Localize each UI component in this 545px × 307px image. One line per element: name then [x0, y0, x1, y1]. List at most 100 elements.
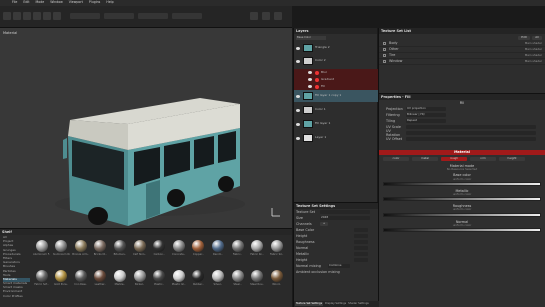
channel-toggle-button[interactable]: rough	[441, 157, 467, 161]
eraser-tool-icon[interactable]	[13, 12, 21, 20]
material-thumbnail[interactable]: Steel Rou..	[249, 270, 266, 291]
material-thumbnail[interactable]: Bricks Ol..	[92, 240, 109, 261]
material-thumbnail[interactable]: Gold Pure..	[53, 270, 70, 291]
material-value-slider[interactable]	[383, 197, 541, 202]
view-mode-icon[interactable]	[274, 12, 282, 20]
layer-row[interactable]: Layer 1	[294, 132, 378, 144]
edit-button[interactable]: Edit	[518, 35, 530, 40]
channel-format-select[interactable]	[354, 252, 368, 256]
material-thumbnail[interactable]: Iron Raw..	[72, 270, 89, 291]
menu-edit[interactable]: Edit	[23, 0, 29, 5]
uv-scale-slider[interactable]	[406, 125, 536, 129]
eye-icon[interactable]	[308, 71, 312, 74]
channel-toggle-button[interactable]: metal	[412, 157, 438, 161]
material-thumbnail[interactable]: Marble..	[111, 270, 128, 291]
tab-shader-settings[interactable]: Shader Settings	[348, 302, 369, 305]
material-thumbnail[interactable]: Bronze Arm..	[72, 240, 89, 261]
material-thumbnail[interactable]: Denim..	[209, 240, 226, 261]
material-value-slider[interactable]	[383, 228, 541, 233]
brush-tool-icon[interactable]	[3, 12, 11, 20]
material-thumbnail[interactable]: Plastic..	[151, 270, 168, 291]
channel-format-select[interactable]	[354, 246, 368, 250]
brush-spacing-field[interactable]	[138, 13, 168, 19]
material-thumbnail[interactable]: Leather..	[92, 270, 109, 291]
eye-icon[interactable]	[296, 94, 300, 98]
layers-channel-select[interactable]: Base Color	[296, 36, 326, 40]
layer-row[interactable]: Fill layer 1 copy 1	[294, 90, 378, 102]
brush-size-field[interactable]	[70, 13, 100, 19]
uv-offset-slider[interactable]	[406, 137, 536, 141]
material-thumbnail[interactable]: Nickel..	[131, 270, 148, 291]
shader-name[interactable]: Main shader	[525, 53, 542, 57]
material-thumbnail[interactable]: Fabric..	[229, 240, 246, 261]
shader-name[interactable]: Main shader	[525, 59, 542, 63]
menu-help[interactable]: Help	[106, 0, 113, 5]
material-thumbnail[interactable]: Fabric Sil..	[268, 240, 285, 261]
eye-icon[interactable]	[296, 122, 300, 126]
texture-set-checkbox[interactable]	[383, 48, 386, 51]
projection-tool-icon[interactable]	[23, 12, 31, 20]
menu-viewport[interactable]: Viewport	[69, 0, 83, 5]
eye-icon[interactable]	[308, 78, 312, 81]
add-channel-button[interactable]: +	[320, 222, 328, 226]
brush-flow-field[interactable]	[104, 13, 134, 19]
material-thumbnail[interactable]: Silver..	[209, 270, 226, 291]
texture-set-checkbox[interactable]	[383, 54, 386, 57]
layer-row[interactable]: Fill	[294, 83, 378, 90]
material-thumbnail[interactable]: Steel..	[229, 270, 246, 291]
menu-plugins[interactable]: Plugins	[89, 0, 100, 5]
channel-toggle-button[interactable]: nrm	[470, 157, 496, 161]
material-value-slider[interactable]	[383, 181, 541, 186]
menu-file[interactable]: File	[12, 0, 17, 5]
channel-format-select[interactable]	[354, 228, 368, 232]
layer-row[interactable]: Color 1	[294, 104, 378, 116]
texture-set-row[interactable]: Window Main shader	[379, 59, 545, 65]
material-thumbnail[interactable]: Carbon..	[151, 240, 168, 261]
material-thumbnail[interactable]: Concrete..	[170, 240, 187, 261]
shader-name[interactable]: Main shader	[525, 41, 542, 45]
material-thumbnail[interactable]: Aluminium Ro..	[53, 240, 70, 261]
channel-toggle-button[interactable]: height	[499, 157, 525, 161]
tab-texture-set-settings[interactable]: Texture Set Settings	[295, 302, 324, 306]
eye-icon[interactable]	[296, 136, 300, 140]
picker-tool-icon[interactable]	[53, 12, 61, 20]
filtering-select[interactable]: Bilinear | HQ	[406, 112, 446, 117]
eye-icon[interactable]	[296, 108, 300, 112]
material-thumbnail[interactable]: Fabric Kn..	[249, 240, 266, 261]
material-thumbnail[interactable]: Calf Skin..	[131, 240, 148, 261]
menu-mode[interactable]: Mode	[36, 0, 45, 5]
layer-row[interactable]: Gradient	[294, 76, 378, 83]
texture-set-checkbox[interactable]	[383, 42, 386, 45]
material-thumbnail[interactable]: Aluminium F..	[33, 240, 50, 261]
tiling-select[interactable]: Repeat	[406, 118, 446, 123]
eye-icon[interactable]	[308, 85, 312, 88]
menu-window[interactable]: Window	[50, 0, 63, 5]
smudge-tool-icon[interactable]	[33, 12, 41, 20]
texture-set-select[interactable]	[320, 210, 370, 214]
uv-rotation-slider[interactable]	[406, 131, 536, 135]
eye-icon[interactable]	[296, 59, 300, 63]
texture-set-checkbox[interactable]	[383, 60, 386, 63]
material-thumbnail[interactable]: Bitumen..	[111, 240, 128, 261]
material-thumbnail[interactable]: Plastic Gl..	[170, 270, 187, 291]
channel-toggle-button[interactable]: color	[383, 157, 409, 161]
channel-format-select[interactable]	[354, 234, 368, 238]
all-button[interactable]: All	[532, 35, 542, 40]
render-icon[interactable]	[262, 12, 270, 20]
projection-select[interactable]: UV projection	[406, 106, 446, 111]
material-thumbnail[interactable]: Copper..	[190, 240, 207, 261]
3d-viewport[interactable]: Material	[0, 28, 292, 228]
material-value-slider[interactable]	[383, 212, 541, 217]
layer-row[interactable]: Fill layer 1	[294, 118, 378, 130]
brush-angle-field[interactable]	[172, 13, 202, 19]
layer-row[interactable]: Blur	[294, 69, 378, 76]
material-thumbnail[interactable]: Wood..	[268, 270, 285, 291]
layer-row[interactable]: Triangle 2	[294, 42, 378, 54]
tab-display-settings[interactable]: Display Settings	[325, 302, 346, 305]
channel-format-select[interactable]	[354, 258, 368, 262]
layer-row[interactable]: Color 2	[294, 55, 378, 67]
normal-mixing-select[interactable]: Combine	[328, 263, 350, 268]
channel-format-select[interactable]	[354, 240, 368, 244]
size-select[interactable]: 2048	[320, 215, 370, 220]
material-thumbnail[interactable]: Rubber..	[190, 270, 207, 291]
